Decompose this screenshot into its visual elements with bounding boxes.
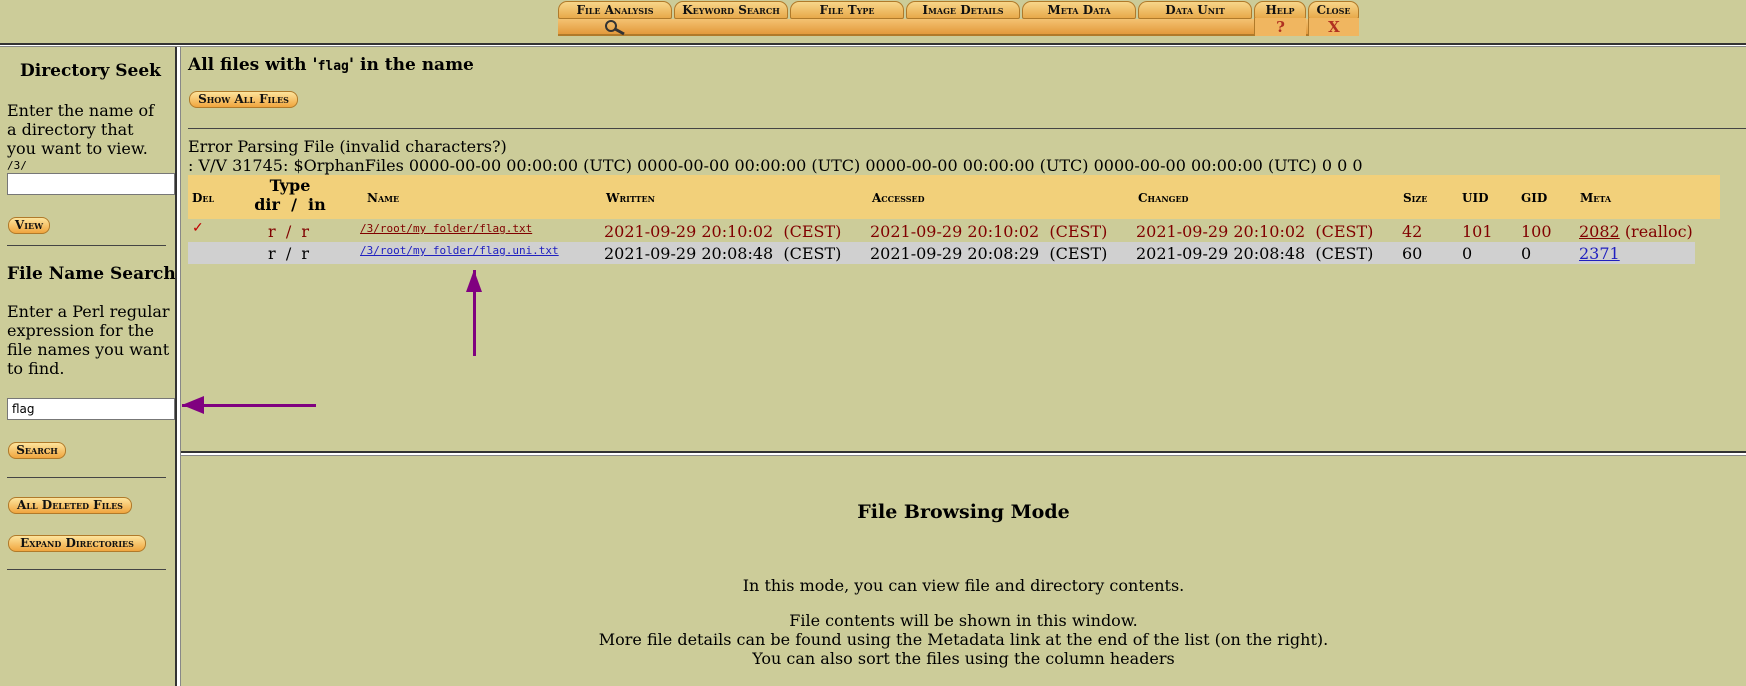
table-row: r / r /3/root/my folder/flag.uni.txt 202… [188, 242, 1695, 264]
deleted-checkmark-icon: ✓ [192, 220, 204, 236]
col-type[interactable]: Type dir / in [250, 176, 330, 214]
row-size: 42 [1402, 222, 1423, 241]
col-type-subtitle: dir / in [254, 195, 326, 214]
results-divider [188, 128, 1746, 129]
file-name-link[interactable]: /3/root/my folder/flag.txt [360, 222, 532, 235]
meta-link[interactable]: 2082 [1579, 222, 1620, 241]
directory-seek-title: Directory Seek [20, 61, 161, 81]
all-deleted-files-button[interactable]: All Deleted Files [8, 497, 132, 514]
directory-input[interactable] [7, 173, 175, 195]
col-written[interactable]: Written [606, 191, 655, 205]
row-type: r / r [268, 244, 310, 263]
magnifier-icon[interactable] [602, 18, 628, 36]
search-input[interactable] [7, 398, 175, 420]
table-row: ✓ r / r /3/root/my folder/flag.txt 2021-… [188, 220, 1720, 242]
mode-help-line: You can also sort the files using the co… [752, 649, 1175, 668]
mode-help-line: More file details can be found using the… [598, 630, 1329, 649]
file-name-link[interactable]: /3/root/my folder/flag.uni.txt [360, 244, 559, 257]
title-suffix: ' in the name [348, 55, 474, 75]
row-uid: 0 [1462, 244, 1473, 263]
row-type: r / r [268, 222, 310, 241]
meta-link[interactable]: 2371 [1579, 244, 1620, 263]
mode-description: In this mode, you can view file and dire… [742, 576, 1185, 595]
top-tab-bar: File Analysis Keyword Search File Type I… [558, 0, 1359, 38]
col-accessed[interactable]: Accessed [872, 191, 925, 205]
expand-directories-button[interactable]: Expand Directories [8, 535, 146, 552]
col-del[interactable]: Del [192, 191, 214, 205]
table-header-row: Del Type dir / in Name Written Accessed … [188, 175, 1720, 219]
col-meta[interactable]: Meta [1580, 191, 1611, 205]
tab-file-analysis[interactable]: File Analysis [558, 1, 672, 19]
tab-data-unit[interactable]: Data Unit [1138, 1, 1252, 19]
row-gid: 100 [1521, 222, 1552, 241]
tab-file-type[interactable]: File Type [790, 1, 904, 19]
row-accessed: 2021-09-29 20:10:02 (CEST) [870, 222, 1108, 241]
title-prefix: All files with ' [188, 55, 318, 75]
row-written: 2021-09-29 20:10:02 (CEST) [604, 222, 842, 241]
row-gid: 0 [1521, 244, 1532, 263]
col-uid[interactable]: UID [1462, 191, 1488, 205]
row-changed: 2021-09-29 20:08:48 (CEST) [1136, 244, 1374, 263]
col-name[interactable]: Name [367, 191, 399, 205]
col-gid[interactable]: GID [1521, 191, 1547, 205]
col-changed[interactable]: Changed [1138, 191, 1189, 205]
close-x-icon[interactable]: X [1308, 18, 1359, 36]
directory-seek-instructions: Enter the name of a directory that you w… [7, 101, 155, 158]
tab-bar-base [558, 19, 1359, 36]
results-frame: All files with 'flag' in the name Show A… [181, 47, 1746, 451]
sidebar-divider [7, 245, 166, 246]
file-name-search-instructions: Enter a Perl regular expression for the … [7, 302, 170, 378]
title-search-term: flag [317, 59, 349, 74]
current-path-label: /3/ [7, 159, 27, 172]
tab-meta-data[interactable]: Meta Data [1022, 1, 1136, 19]
sidebar: Directory Seek Enter the name of a direc… [0, 47, 177, 686]
search-button[interactable]: Search [8, 442, 66, 459]
file-name-search-title: File Name Search [7, 264, 176, 284]
show-all-files-button[interactable]: Show All Files [189, 91, 298, 108]
sidebar-divider [7, 569, 166, 570]
page-title: All files with 'flag' in the name [188, 55, 474, 75]
tab-keyword-search[interactable]: Keyword Search [674, 1, 788, 19]
tab-help[interactable]: Help [1254, 1, 1306, 19]
annotation-arrow-up-head [466, 270, 482, 292]
tab-close[interactable]: Close [1308, 1, 1359, 19]
row-accessed: 2021-09-29 20:08:29 (CEST) [870, 244, 1108, 263]
meta-note: (realloc) [1624, 222, 1693, 241]
col-type-title: Type [269, 176, 311, 195]
mode-help-line: File contents will be shown in this wind… [789, 611, 1138, 630]
error-message: Error Parsing File (invalid characters?) [188, 137, 507, 156]
annotation-arrow-left-head [182, 396, 204, 414]
content-frame: File Browsing Mode In this mode, you can… [181, 456, 1746, 686]
error-detail: : V/V 31745: $OrphanFiles 0000-00-00 00:… [188, 156, 1363, 175]
sidebar-divider [7, 477, 166, 478]
row-changed: 2021-09-29 20:10:02 (CEST) [1136, 222, 1374, 241]
col-size[interactable]: Size [1403, 191, 1427, 205]
mode-title: File Browsing Mode [857, 501, 1070, 523]
tab-image-details[interactable]: Image Details [906, 1, 1020, 19]
view-button[interactable]: View [8, 217, 50, 234]
help-question-icon[interactable]: ? [1254, 18, 1306, 36]
row-uid: 101 [1462, 222, 1493, 241]
row-written: 2021-09-29 20:08:48 (CEST) [604, 244, 842, 263]
row-size: 60 [1402, 244, 1423, 263]
